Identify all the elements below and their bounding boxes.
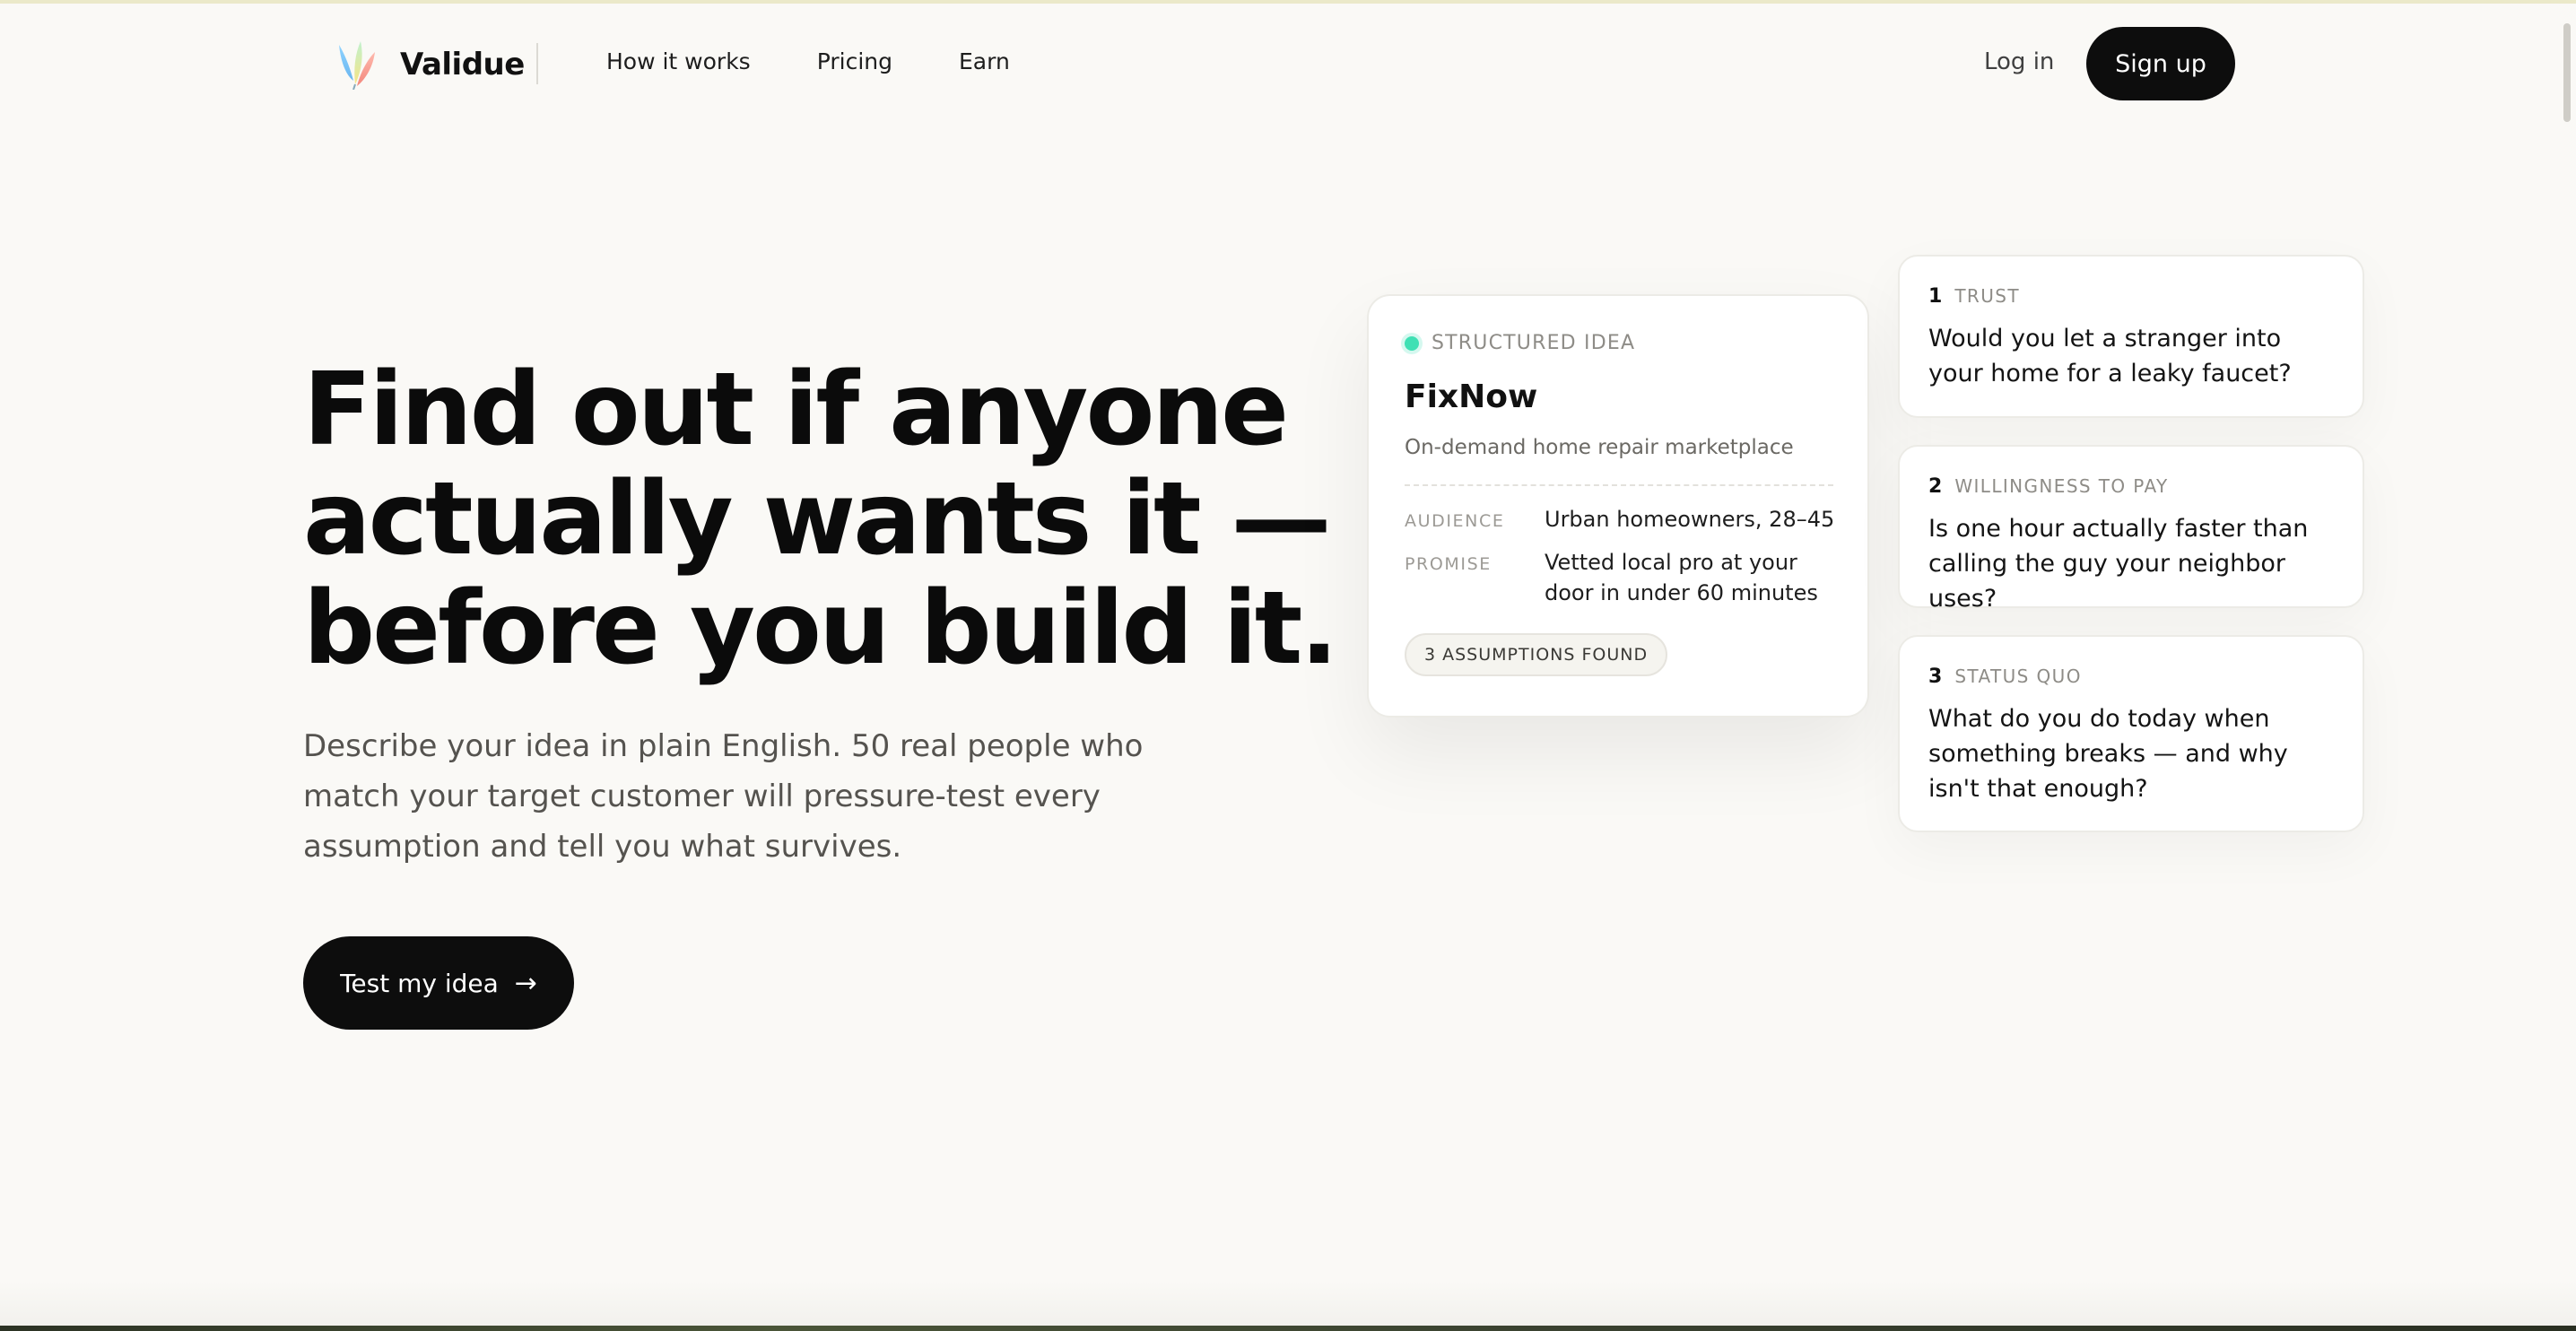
question-card-header: 1 TRUST xyxy=(1928,285,2020,308)
hero-headline-line-1: Find out if anyone xyxy=(303,352,1289,468)
nav-divider xyxy=(536,43,538,84)
brand-home-link[interactable]: Validue xyxy=(335,39,525,90)
audience-label: AUDIENCE xyxy=(1405,511,1505,531)
top-nav: Validue How it works Pricing Earn Log in… xyxy=(0,4,2576,124)
idea-description: On-demand home repair marketplace xyxy=(1405,436,1794,459)
landing-page: Validue How it works Pricing Earn Log in… xyxy=(0,0,2576,1331)
hero-headline-line-3: before you build it. xyxy=(303,570,1338,687)
question-text: Is one hour actually faster than calling… xyxy=(1928,515,2309,613)
login-link[interactable]: Log in xyxy=(1984,48,2054,75)
nav-link-earn[interactable]: Earn xyxy=(959,48,1010,74)
question-category: STATUS QUO xyxy=(1954,666,2082,687)
nav-link-how-it-works[interactable]: How it works xyxy=(606,48,751,74)
assumptions-found-badge: 3 ASSUMPTIONS FOUND xyxy=(1405,633,1668,676)
promise-label: PROMISE xyxy=(1405,554,1492,574)
test-my-idea-button[interactable]: Test my idea → xyxy=(303,936,574,1030)
question-number: 1 xyxy=(1928,285,1943,308)
idea-title: FixNow xyxy=(1405,378,1538,415)
validue-flame-logo-icon xyxy=(339,41,375,90)
hero-headline: Find out if anyone actually wants it — b… xyxy=(303,352,1338,687)
page-scrollbar-thumb[interactable] xyxy=(2563,23,2571,122)
question-card-header: 2 WILLINGNESS TO PAY xyxy=(1928,475,2169,498)
brand-name: Validue xyxy=(400,47,525,83)
idea-card-label: STRUCTURED IDEA xyxy=(1405,332,1635,354)
hero-subhead: Describe your idea in plain English. 50 … xyxy=(303,728,1144,865)
question-text: Would you let a stranger into your home … xyxy=(1928,325,2292,387)
status-dot-icon xyxy=(1405,335,1419,351)
question-card: 3 STATUS QUO What do you do today when s… xyxy=(1898,635,2364,832)
nav-link-pricing[interactable]: Pricing xyxy=(817,48,892,74)
cta-label: Test my idea xyxy=(340,968,499,998)
nav-links: How it works Pricing Earn xyxy=(606,48,1010,74)
question-card: 1 TRUST Would you let a stranger into yo… xyxy=(1898,255,2364,418)
question-card-header: 3 STATUS QUO xyxy=(1928,666,2082,688)
question-text: What do you do today when something brea… xyxy=(1928,705,2288,803)
audience-value: Urban homeowners, 28–45 xyxy=(1545,507,1835,532)
bottom-fade xyxy=(0,1281,2576,1326)
promise-value: Vetted local pro at your door in under 6… xyxy=(1545,550,1818,605)
idea-card-label-text: STRUCTURED IDEA xyxy=(1432,332,1636,354)
signup-button[interactable]: Sign up xyxy=(2086,27,2235,100)
hero-headline-line-2: actually wants it — xyxy=(303,461,1332,578)
idea-card-divider xyxy=(1405,484,1833,486)
question-number: 2 xyxy=(1928,475,1943,498)
bottom-strip xyxy=(0,1326,2576,1331)
question-category: WILLINGNESS TO PAY xyxy=(1954,475,2169,497)
question-card: 2 WILLINGNESS TO PAY Is one hour actuall… xyxy=(1898,445,2364,613)
question-number: 3 xyxy=(1928,666,1943,688)
arrow-right-icon: → xyxy=(514,967,537,999)
question-category: TRUST xyxy=(1954,285,2020,307)
structured-idea-card: STRUCTURED IDEA FixNow On-demand home re… xyxy=(1367,294,1869,718)
